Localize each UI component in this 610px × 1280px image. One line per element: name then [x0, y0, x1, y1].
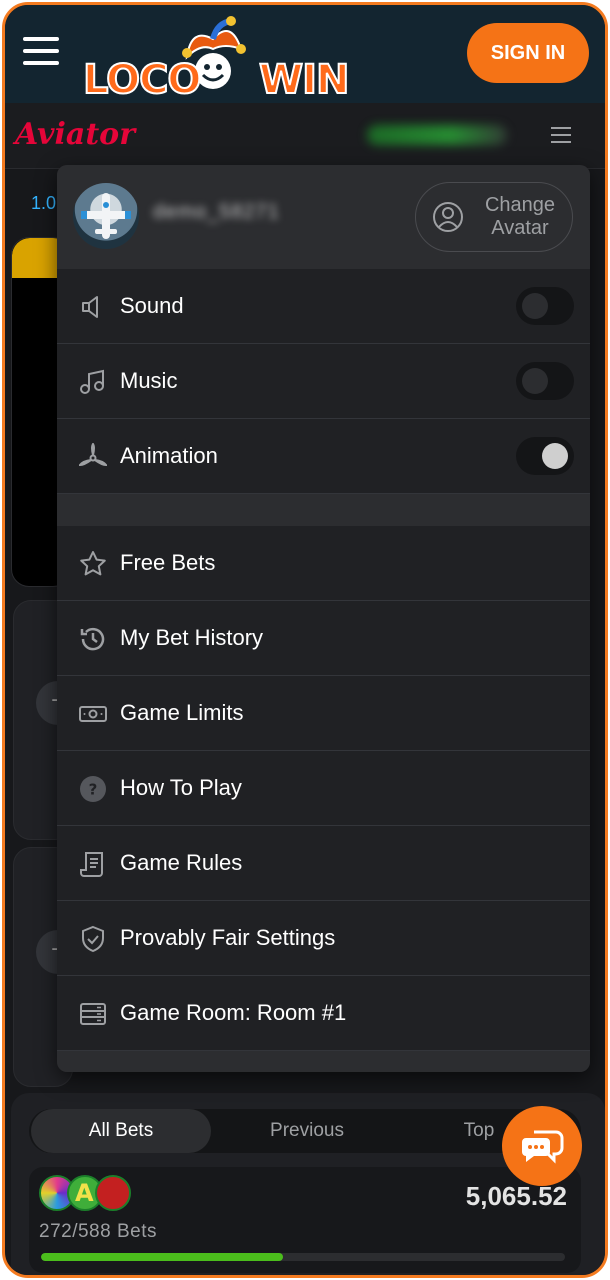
music-note-icon — [80, 369, 104, 394]
question-icon: ? — [80, 776, 106, 802]
player-avatars: A — [39, 1175, 139, 1213]
speaker-icon — [82, 296, 98, 318]
menu-item-music[interactable]: Music — [57, 344, 590, 419]
music-toggle[interactable] — [516, 362, 574, 400]
hamburger-menu-icon[interactable] — [23, 37, 59, 67]
balance-display — [367, 125, 507, 145]
menu-item-bet-history[interactable]: My Bet History — [57, 601, 590, 676]
menu-item-label: Music — [120, 368, 178, 393]
bets-tabs: All Bets Previous Top — [29, 1109, 581, 1153]
phone-frame: LOCO WIN SIGN IN Aviator 1.0 − − All Bet… — [2, 2, 608, 1278]
chat-bubble-icon — [522, 1130, 564, 1164]
sign-in-button[interactable]: SIGN IN — [467, 23, 589, 83]
bets-count: 272/588 Bets — [39, 1221, 157, 1242]
scroll-icon — [80, 852, 103, 877]
menu-item-label: Game Rules — [120, 850, 243, 875]
menu-item-label: Provably Fair Settings — [120, 925, 336, 950]
menu-item-label: Animation — [120, 443, 218, 468]
bets-progress-bar — [41, 1253, 565, 1261]
menu-item-label: Game Limits — [120, 700, 244, 725]
game-menu-icon[interactable] — [551, 127, 571, 148]
aviator-logo: Aviator — [15, 117, 135, 152]
shield-check-icon — [82, 925, 104, 953]
menu-item-label: Sound — [120, 293, 184, 318]
change-avatar-label: Change Avatar — [484, 194, 556, 239]
menu-footer — [57, 1051, 590, 1072]
banknote-icon — [79, 706, 107, 722]
star-icon — [80, 551, 106, 576]
propeller-icon — [79, 443, 107, 467]
menu-item-how-to-play[interactable]: ? How To Play — [57, 751, 590, 826]
menu-item-label: My Bet History — [120, 625, 264, 650]
settings-menu: demo_58271 Change Avatar Sound Music Ani… — [57, 165, 590, 1072]
menu-item-label: Game Room: Room #1 — [120, 1000, 347, 1025]
menu-item-provably-fair[interactable]: Provably Fair Settings — [57, 901, 590, 976]
animation-toggle[interactable] — [516, 437, 574, 475]
menu-item-sound[interactable]: Sound — [57, 269, 590, 344]
history-icon — [80, 627, 105, 651]
bets-total-amount: 5,065.52 — [465, 1181, 567, 1211]
menu-item-label: How To Play — [120, 775, 242, 800]
menu-item-animation[interactable]: Animation — [57, 419, 590, 494]
avatar-letter-glyph: A — [75, 1179, 94, 1207]
user-circle-icon — [433, 202, 463, 232]
tab-all-bets[interactable]: All Bets — [31, 1109, 211, 1153]
site-logo[interactable]: LOCO WIN — [81, 16, 350, 104]
logo-text-left: LOCO — [82, 56, 202, 104]
change-avatar-button[interactable]: Change Avatar — [415, 182, 573, 252]
menu-item-game-limits[interactable]: Game Limits — [57, 676, 590, 751]
aviator-game-bar: Aviator — [5, 103, 605, 169]
server-icon — [80, 1003, 106, 1025]
menu-item-label: Free Bets — [120, 550, 216, 575]
logo-text-right: WIN — [258, 56, 351, 104]
multiplier-history-item: 1.0 — [31, 193, 57, 213]
menu-item-free-bets[interactable]: Free Bets — [57, 526, 590, 601]
bets-progress-fill — [41, 1253, 284, 1261]
avatar — [73, 183, 139, 249]
user-profile-row: demo_58271 Change Avatar — [57, 165, 590, 269]
avatar — [95, 1175, 131, 1211]
menu-divider — [57, 494, 590, 526]
username-blurred: demo_58271 — [153, 201, 280, 223]
chat-button[interactable] — [502, 1106, 582, 1186]
sound-toggle[interactable] — [516, 287, 574, 325]
menu-item-game-room[interactable]: Game Room: Room #1 — [57, 976, 590, 1051]
svg-text:?: ? — [89, 781, 98, 799]
plane-avatar-icon — [81, 193, 131, 239]
site-header: LOCO WIN SIGN IN — [5, 5, 605, 104]
menu-item-game-rules[interactable]: Game Rules — [57, 826, 590, 901]
bets-summary: A 272/588 Bets 5,065.52 — [29, 1167, 581, 1273]
tab-previous[interactable]: Previous — [217, 1109, 397, 1153]
